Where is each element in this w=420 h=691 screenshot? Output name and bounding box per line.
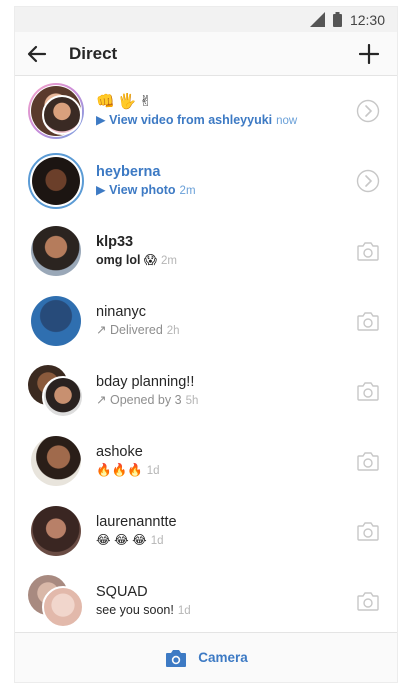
avatar — [28, 433, 84, 489]
open-thread-button[interactable] — [355, 98, 381, 124]
thread-row[interactable]: 👊🖐✌ ▶ View video from ashleyyuki now — [15, 76, 397, 146]
avatar-image — [32, 157, 80, 205]
thread-message: ▶ View photo 2m — [96, 182, 196, 197]
play-icon: ▶ — [96, 182, 106, 197]
camera-outline-icon — [357, 382, 379, 401]
avatar-image — [31, 226, 81, 276]
camera-outline-icon — [357, 452, 379, 471]
thread-row[interactable]: bday planning!! ↗ Opened by 3 5h — [15, 356, 397, 426]
thread-time: 2m — [179, 184, 196, 197]
thread-name: klp33 — [96, 233, 134, 250]
thread-row[interactable]: klp33 omg lol 😱 2m — [15, 216, 397, 286]
camera-reply-button[interactable] — [355, 448, 381, 474]
arrow-left-icon — [27, 45, 47, 62]
avatar-image — [42, 95, 82, 135]
avatar — [28, 223, 84, 279]
play-icon: ▶ — [96, 112, 106, 127]
thread-name: laurenanntte — [96, 513, 177, 530]
thread-name: ninanyc — [96, 303, 146, 320]
thread-time: 2m — [160, 254, 177, 267]
avatar — [28, 83, 84, 139]
thread-time: 2h — [166, 324, 180, 337]
camera-reply-button[interactable] — [355, 378, 381, 404]
camera-reply-button[interactable] — [355, 238, 381, 264]
camera-reply-button[interactable] — [355, 308, 381, 334]
avatar-image — [42, 586, 84, 628]
phone-screen: 12:30 Direct 👊🖐✌ ▶ View video from ashle… — [14, 6, 398, 683]
camera-label: Camera — [198, 650, 248, 665]
thread-message: ▶ View video from ashleyyuki now — [96, 112, 298, 127]
sent-arrow-icon: ↗ — [96, 322, 107, 337]
thread-row[interactable]: SQUAD see you soon! 1d — [15, 566, 397, 636]
status-time: 12:30 — [349, 11, 385, 28]
avatar — [28, 153, 84, 209]
camera-reply-button[interactable] — [355, 588, 381, 614]
avatar-image — [31, 296, 81, 346]
camera-outline-icon — [357, 592, 379, 611]
avatar-image — [42, 376, 84, 418]
avatar — [28, 363, 84, 419]
thread-time: now — [276, 114, 298, 127]
thread-message: 😂 😂 😂 1d — [96, 532, 164, 547]
thread-name: heyberna — [96, 163, 161, 180]
sent-arrow-icon: ↗ — [96, 392, 107, 407]
battery-icon — [332, 12, 342, 27]
avatar — [28, 503, 84, 559]
chevron-right-circle-icon — [356, 169, 380, 193]
page-title: Direct — [69, 43, 118, 63]
thread-message: omg lol 😱 2m — [96, 252, 177, 267]
signal-icon — [309, 12, 325, 27]
avatar — [28, 573, 84, 629]
camera-button[interactable]: Camera — [15, 632, 397, 682]
camera-outline-icon — [357, 522, 379, 541]
thread-time: 1d — [150, 534, 164, 547]
open-thread-button[interactable] — [355, 168, 381, 194]
thread-message: ↗ Delivered 2h — [96, 322, 180, 337]
thread-time: 1d — [177, 604, 191, 617]
avatar-image — [31, 506, 81, 556]
camera-outline-icon — [357, 242, 379, 261]
back-button[interactable] — [15, 32, 59, 76]
thread-emojis: 👊🖐✌ — [96, 92, 155, 110]
chevron-right-circle-icon — [356, 99, 380, 123]
thread-row[interactable]: laurenanntte 😂 😂 😂 1d — [15, 496, 397, 566]
thread-list: 👊🖐✌ ▶ View video from ashleyyuki now heyb… — [15, 76, 397, 636]
camera-reply-button[interactable] — [355, 518, 381, 544]
thread-time: 5h — [185, 394, 199, 407]
status-bar: 12:30 — [15, 7, 397, 32]
thread-name: ashoke — [96, 443, 143, 460]
plus-icon — [359, 44, 379, 64]
camera-icon — [166, 649, 187, 667]
thread-name: SQUAD — [96, 583, 148, 600]
thread-time: 1d — [146, 464, 160, 477]
thread-row[interactable]: ashoke 🔥🔥🔥 1d — [15, 426, 397, 496]
thread-message: see you soon! 1d — [96, 602, 191, 617]
avatar-image — [31, 436, 81, 486]
camera-outline-icon — [357, 312, 379, 331]
thread-message: ↗ Opened by 3 5h — [96, 392, 199, 407]
avatar — [28, 293, 84, 349]
thread-name: bday planning!! — [96, 373, 195, 390]
app-bar: Direct — [15, 32, 397, 76]
thread-message: 🔥🔥🔥 1d — [96, 462, 160, 477]
thread-row[interactable]: heyberna ▶ View photo 2m — [15, 146, 397, 216]
thread-row[interactable]: ninanyc ↗ Delivered 2h — [15, 286, 397, 356]
new-message-button[interactable] — [347, 32, 391, 76]
